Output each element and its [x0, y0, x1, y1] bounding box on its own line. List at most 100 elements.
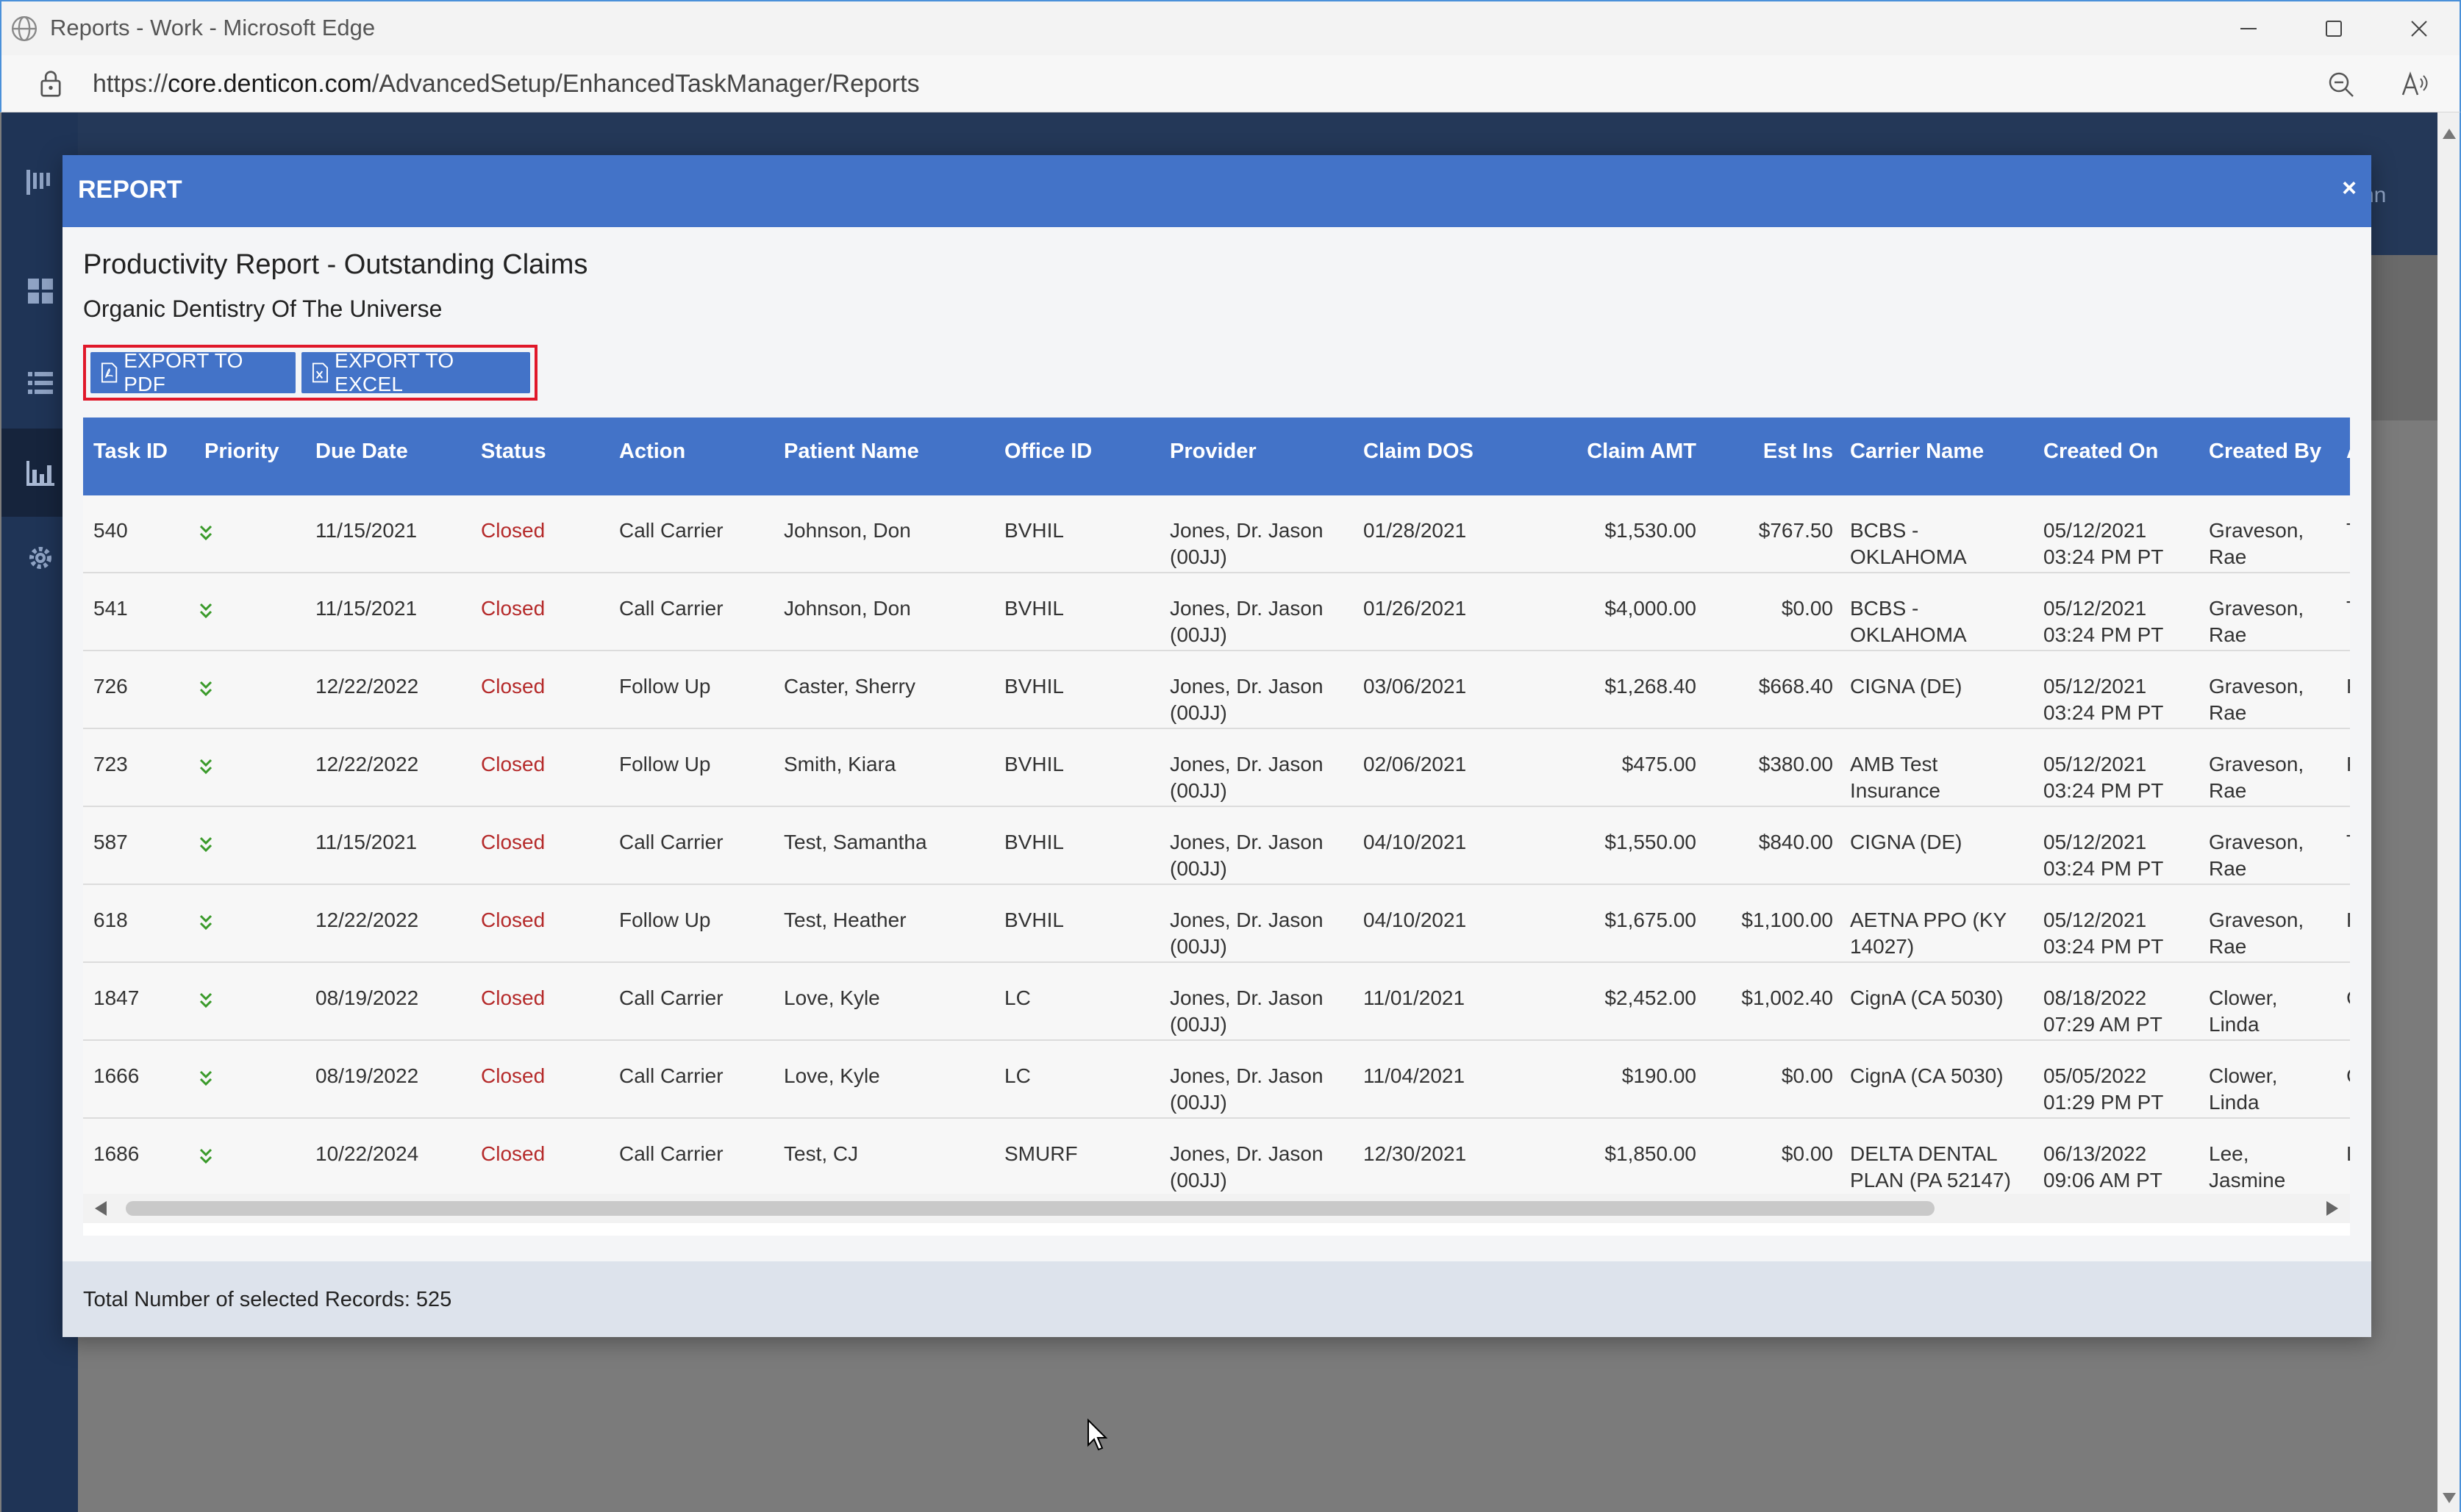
col-claim-amt[interactable]: Claim AMT: [1565, 440, 1696, 464]
table-row[interactable]: 618 12/22/2022 Closed Follow Up Test, Heathe…: [83, 885, 2350, 963]
col-claim-dos[interactable]: Claim DOS: [1363, 440, 1474, 464]
cell-task-id: 1847: [93, 985, 139, 1011]
scroll-left-icon[interactable]: [95, 1201, 107, 1216]
cell-action-line: Call Carrier: [619, 831, 724, 853]
col-action[interactable]: Action: [619, 440, 685, 464]
cell-action: Follow Up: [619, 751, 710, 778]
mouse-cursor-icon: [1087, 1419, 1108, 1451]
cell-due-date: 08/19/2022: [315, 985, 418, 1011]
cell-claim-amt: $1,850.00: [1565, 1141, 1696, 1167]
cell-carrier-name-line2: Insurance: [1850, 779, 1940, 802]
read-aloud-button[interactable]: [2397, 67, 2432, 102]
export-pdf-button[interactable]: EXPORT TO PDF: [90, 349, 296, 395]
table-horizontal-scrollbar[interactable]: [83, 1194, 2350, 1223]
col-assigned[interactable]: As: [2346, 440, 2350, 464]
table-row[interactable]: 1847 08/19/2022 Closed Call Carrier Love, Ky…: [83, 963, 2350, 1041]
col-est-ins[interactable]: Est Ins: [1745, 440, 1833, 464]
modal-title: REPORT: [78, 176, 182, 204]
table-row[interactable]: 726 12/22/2022 Closed Follow Up Caster, Sher…: [83, 651, 2350, 729]
col-due-date[interactable]: Due Date: [315, 440, 408, 464]
zoom-out-icon: [2329, 72, 2354, 97]
cell-status: Closed: [481, 907, 545, 934]
cell-status: Closed: [481, 1141, 545, 1167]
lock-icon[interactable]: [38, 70, 63, 98]
minimize-icon: [2240, 28, 2257, 29]
col-created-by[interactable]: Created By: [2209, 440, 2321, 464]
cell-due-date-line: 12/22/2022: [315, 675, 419, 698]
col-created-on[interactable]: Created On: [2043, 440, 2158, 464]
cell-carrier-name-line2: OKLAHOMA: [1850, 623, 1967, 646]
table-row[interactable]: 587 11/15/2021 Closed Call Carrier Test, Sam…: [83, 807, 2350, 885]
cell-claim-dos-line: 01/28/2021: [1363, 519, 1467, 542]
cell-provider-line: Jones, Dr. Jason: [1170, 597, 1324, 620]
col-priority[interactable]: Priority: [204, 440, 279, 464]
cell-office-id: BVHIL: [1004, 517, 1064, 544]
cell-created-by-line2: Jasmine: [2209, 1169, 2286, 1192]
cell-carrier-name: AMB Test Insurance: [1850, 751, 1940, 804]
page-scrollbar[interactable]: [2437, 112, 2461, 1512]
gear-icon[interactable]: [24, 541, 57, 575]
url-field[interactable]: https://core.denticon.com/AdvancedSetup/…: [93, 70, 920, 98]
cell-task-id: 540: [93, 517, 128, 544]
cell-claim-amt-line: $1,268.40: [1604, 675, 1696, 698]
table-row[interactable]: 540 11/15/2021 Closed Call Carrier Johnson, …: [83, 495, 2350, 573]
list-icon[interactable]: [24, 366, 57, 400]
cell-task-id-line: 723: [93, 753, 128, 775]
cell-claim-dos: 01/28/2021: [1363, 517, 1466, 544]
cell-created-by-line2: Rae: [2209, 623, 2247, 646]
scroll-up-icon[interactable]: [2443, 129, 2456, 139]
cell-provider: Jones, Dr. Jason (00JJ): [1170, 1063, 1324, 1116]
table-row[interactable]: 1666 08/19/2022 Closed Call Carrier Love, Ky…: [83, 1041, 2350, 1119]
cell-created-by-line2: Rae: [2209, 779, 2247, 802]
scroll-right-icon[interactable]: [2326, 1201, 2338, 1216]
col-carrier-name[interactable]: Carrier Name: [1850, 440, 1984, 464]
cell-due-date-line: 11/15/2021: [315, 519, 418, 542]
cell-patient-name: Smith, Kiara: [784, 751, 896, 778]
export-excel-button[interactable]: EXPORT TO EXCEL: [301, 349, 530, 395]
cell-created-on-line2: 07:29 AM PT: [2043, 1013, 2162, 1036]
cell-action-line: Call Carrier: [619, 597, 724, 620]
minimize-button[interactable]: [2226, 10, 2271, 47]
maximize-button[interactable]: [2312, 10, 2356, 47]
practice-name: Organic Dentistry Of The Universe: [83, 295, 443, 322]
col-status[interactable]: Status: [481, 440, 546, 464]
report-table: Task ID Priority Due Date Status Action …: [83, 418, 2350, 1236]
cell-task-id-line: 540: [93, 519, 128, 542]
close-icon: [2411, 21, 2427, 37]
logo-icon: [26, 170, 50, 195]
col-task-id[interactable]: Task ID: [93, 440, 168, 464]
col-patient-name[interactable]: Patient Name: [784, 440, 919, 464]
cell-action: Call Carrier: [619, 517, 724, 544]
table-row[interactable]: 1686 10/22/2024 Closed Call Carrier Test, CJ…: [83, 1119, 2350, 1197]
table-row[interactable]: 541 11/15/2021 Closed Call Carrier Johnson, …: [83, 573, 2350, 651]
globe-icon: [11, 15, 37, 42]
cell-action: Follow Up: [619, 907, 710, 934]
cell-created-by: Graveson, Rae: [2209, 517, 2304, 570]
cell-claim-amt-line: $1,550.00: [1604, 831, 1696, 853]
cell-provider-line2: (00JJ): [1170, 545, 1227, 568]
modal-close-button[interactable]: ×: [2342, 174, 2357, 203]
close-window-button[interactable]: [2397, 10, 2441, 47]
cell-claim-amt-line: $4,000.00: [1604, 597, 1696, 620]
cell-office-id: BVHIL: [1004, 829, 1064, 856]
cell-created-by-line: Graveson,: [2209, 831, 2304, 853]
scroll-down-icon[interactable]: [2443, 1493, 2456, 1503]
cell-est-ins-line: $380.00: [1758, 753, 1833, 775]
cell-assigned-line: Tr: [2346, 595, 2350, 622]
cell-claim-amt: $2,452.00: [1565, 985, 1696, 1011]
col-provider[interactable]: Provider: [1170, 440, 1257, 464]
dashboard-icon[interactable]: [24, 274, 57, 308]
cell-status: Closed: [481, 751, 545, 778]
cell-task-id-line: 1686: [93, 1142, 140, 1165]
zoom-button[interactable]: [2324, 67, 2359, 102]
scrollbar-thumb[interactable]: [126, 1201, 1935, 1216]
cell-provider-line: Jones, Dr. Jason: [1170, 519, 1324, 542]
cell-est-ins-line: $1,002.40: [1741, 986, 1833, 1009]
cell-created-on-line2: 03:24 PM PT: [2043, 935, 2164, 958]
export-buttons-group: EXPORT TO PDF EXPORT TO EXCEL: [83, 345, 537, 401]
cell-created-on-line: 05/12/2021: [2043, 753, 2147, 775]
priority-low-icon: [199, 914, 212, 931]
table-row[interactable]: 723 12/22/2022 Closed Follow Up Smith, Kiara…: [83, 729, 2350, 807]
col-office-id[interactable]: Office ID: [1004, 440, 1092, 464]
cell-status-line: Closed: [481, 909, 546, 931]
